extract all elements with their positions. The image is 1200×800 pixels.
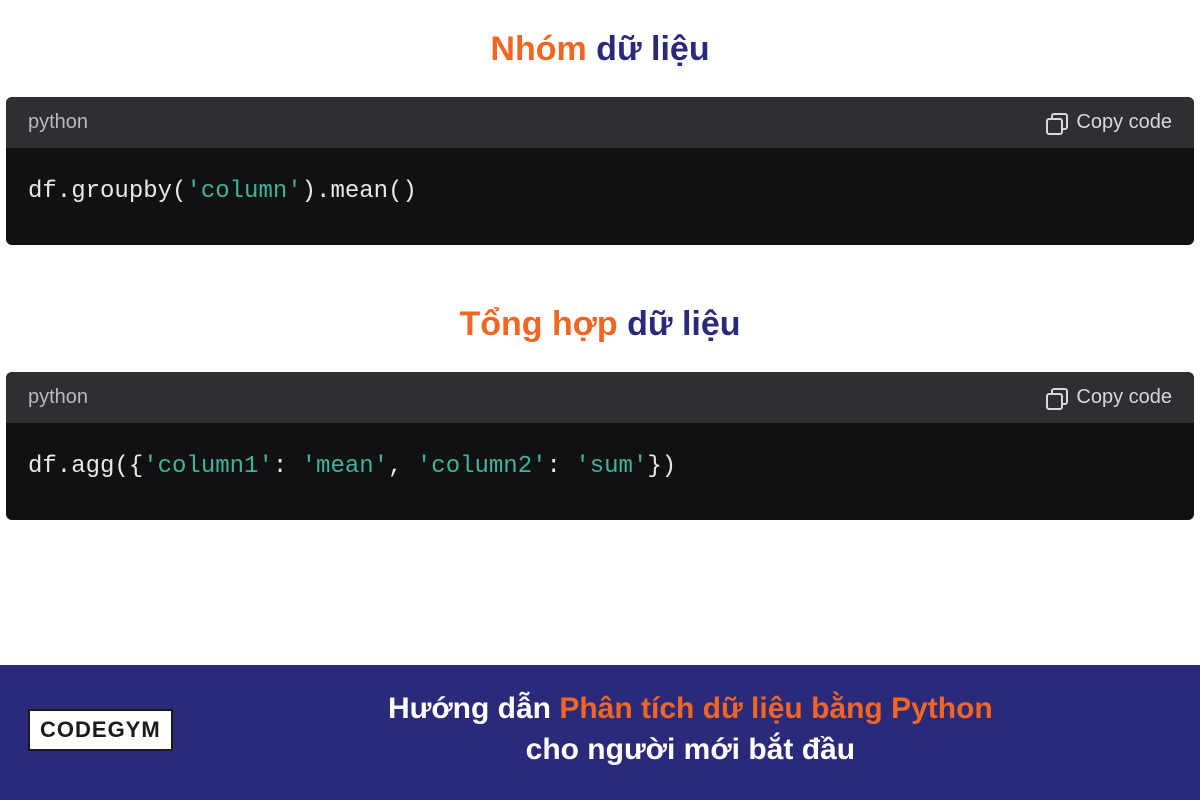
copy-icon <box>1046 388 1066 408</box>
code-block-group: python Copy code df.groupby('column').me… <box>6 97 1194 245</box>
logo-code: CODE <box>40 717 108 743</box>
title-rest: dữ liệu <box>587 30 710 68</box>
code-token: ).mean() <box>302 178 417 205</box>
logo-gym: GYM <box>108 717 161 743</box>
code-language-label: python <box>28 111 88 134</box>
code-token: df.agg({ <box>28 453 143 480</box>
code-token-string: 'column1' <box>143 453 273 480</box>
title-highlight: Nhóm <box>490 30 586 68</box>
code-language-label: python <box>28 386 88 409</box>
footer-line2: cho người mới bắt đầu <box>526 733 855 766</box>
code-token-string: 'sum' <box>575 453 647 480</box>
code-token: : <box>273 453 302 480</box>
section-title-aggregate: Tổng hợp dữ liệu <box>0 305 1200 344</box>
code-body: df.agg({'column1': 'mean', 'column2': 's… <box>6 423 1194 520</box>
title-rest: dữ liệu <box>618 305 741 343</box>
code-header: python Copy code <box>6 97 1194 148</box>
copy-icon <box>1046 113 1066 133</box>
code-header: python Copy code <box>6 372 1194 423</box>
footer-banner: CODEGYM Hướng dẫn Phân tích dữ liệu bằng… <box>0 665 1200 800</box>
main-content: Nhóm dữ liệu python Copy code df.groupby… <box>0 0 1200 665</box>
copy-code-button[interactable]: Copy code <box>1046 386 1172 409</box>
code-body: df.groupby('column').mean() <box>6 148 1194 245</box>
footer-line1-white: Hướng dẫn <box>388 692 559 725</box>
code-token-string: 'column2' <box>417 453 547 480</box>
section-title-group: Nhóm dữ liệu <box>0 30 1200 69</box>
footer-text: Hướng dẫn Phân tích dữ liệu bằng Python … <box>209 689 1172 770</box>
footer-line1-orange: Phân tích dữ liệu bằng Python <box>559 692 992 725</box>
copy-label: Copy code <box>1076 386 1172 409</box>
code-block-aggregate: python Copy code df.agg({'column1': 'mea… <box>6 372 1194 520</box>
code-token-string: 'mean' <box>302 453 388 480</box>
copy-label: Copy code <box>1076 111 1172 134</box>
code-token: df.groupby( <box>28 178 186 205</box>
code-token: : <box>547 453 576 480</box>
copy-code-button[interactable]: Copy code <box>1046 111 1172 134</box>
codegym-logo: CODEGYM <box>28 709 173 751</box>
code-token: }) <box>647 453 676 480</box>
title-highlight: Tổng hợp <box>459 305 617 343</box>
code-token: , <box>388 453 417 480</box>
code-token-string: 'column' <box>186 178 301 205</box>
